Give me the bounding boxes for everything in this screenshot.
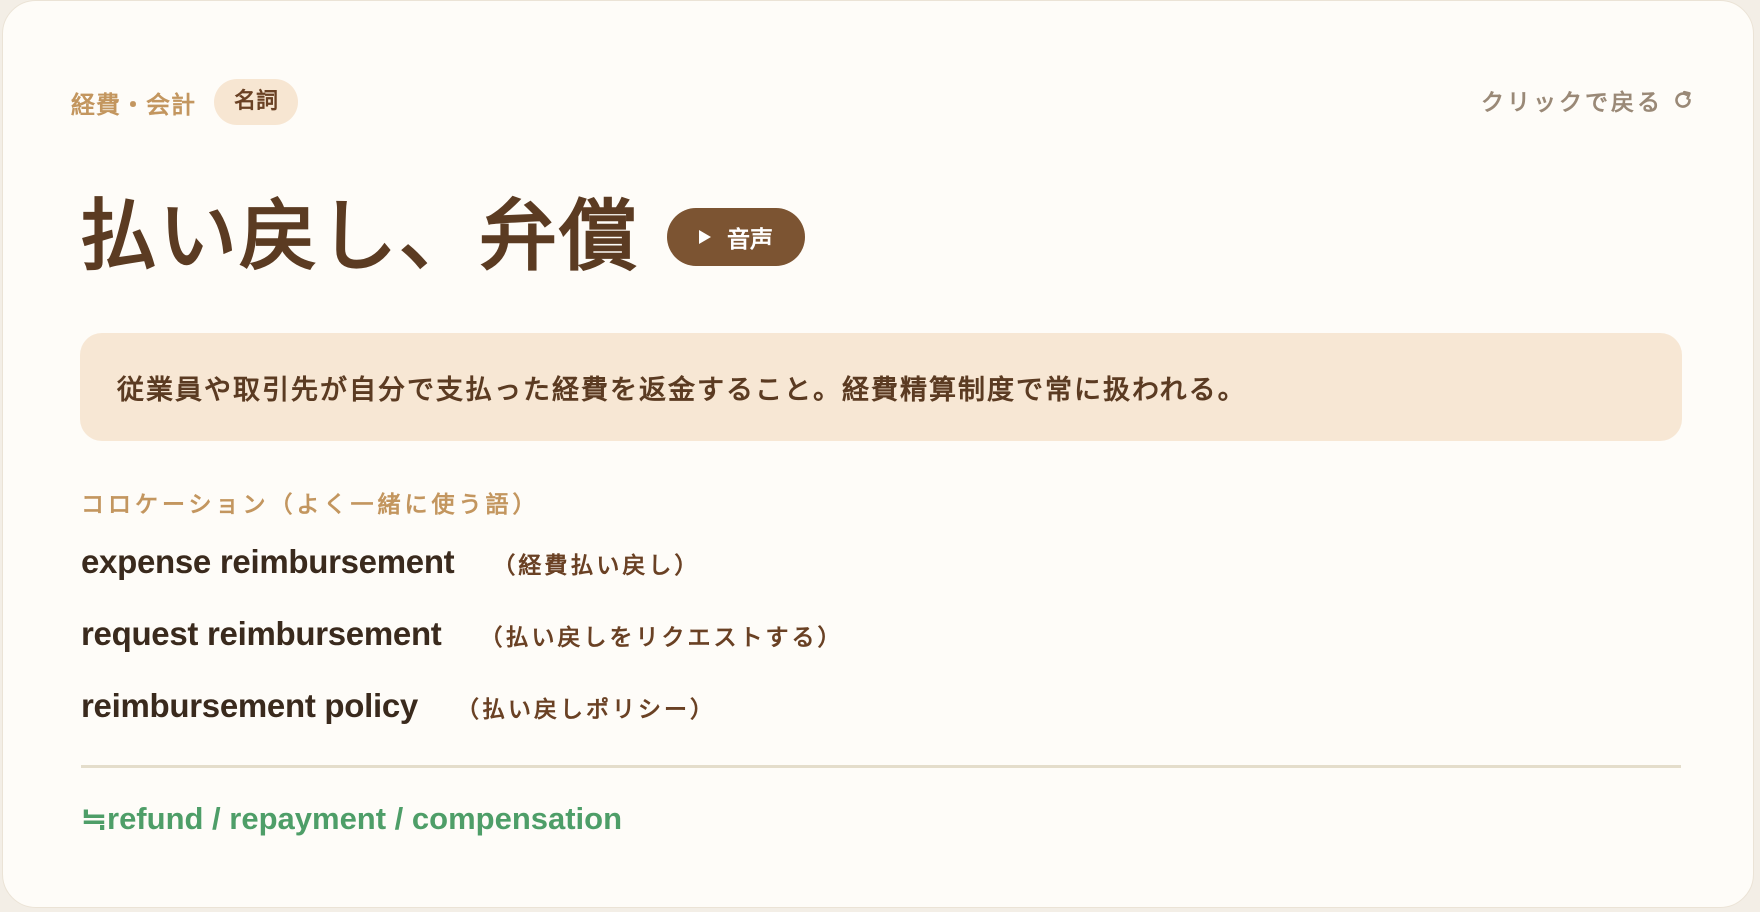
definition-box: 従業員や取引先が自分で支払った経費を返金すること。経費精算制度で常に扱われる。 <box>80 333 1682 441</box>
flashcard[interactable]: 経費・会計 名詞 クリックで戻る 払い戻し、弁償 音声 従業員や取引先が自分で支… <box>2 0 1754 908</box>
term-title: 払い戻し、弁償 <box>79 192 640 282</box>
collocations-heading: コロケーション（よく一緒に使う語） <box>81 492 540 518</box>
collocation-list: expense reimbursement （経費払い戻し） request r… <box>81 543 844 759</box>
collocation-english: expense reimbursement <box>81 543 455 580</box>
collocation-japanese: （払い戻しポリシー） <box>455 697 716 723</box>
card-header: 経費・会計 名詞 <box>71 79 299 125</box>
collocation-item: expense reimbursement （経費払い戻し） <box>81 543 844 615</box>
category-label: 経費・会計 <box>71 90 196 119</box>
collocation-item: request reimbursement （払い戻しをリクエストする） <box>81 615 844 687</box>
collocation-japanese: （経費払い戻し） <box>492 553 701 579</box>
flip-back-label: クリックで戻る <box>1481 90 1663 116</box>
collocation-english: reimbursement policy <box>81 687 418 724</box>
collocation-english: request reimbursement <box>81 615 442 652</box>
audio-button[interactable]: 音声 <box>667 208 806 266</box>
play-icon <box>699 230 712 244</box>
collocation-japanese: （払い戻しをリクエストする） <box>479 625 844 651</box>
synonyms-text: ≒refund / repayment / compensation <box>81 801 623 836</box>
definition-text: 従業員や取引先が自分で支払った経費を返金すること。経費精算制度で常に扱われる。 <box>117 374 1247 406</box>
term-row: 払い戻し、弁償 音声 <box>79 187 806 287</box>
audio-button-label: 音声 <box>727 227 774 253</box>
collocation-item: reimbursement policy （払い戻しポリシー） <box>81 687 844 759</box>
divider <box>81 765 1681 768</box>
part-of-speech-badge: 名詞 <box>214 79 299 125</box>
flip-back-button[interactable]: クリックで戻る <box>1481 83 1695 117</box>
refresh-icon <box>1675 90 1691 108</box>
